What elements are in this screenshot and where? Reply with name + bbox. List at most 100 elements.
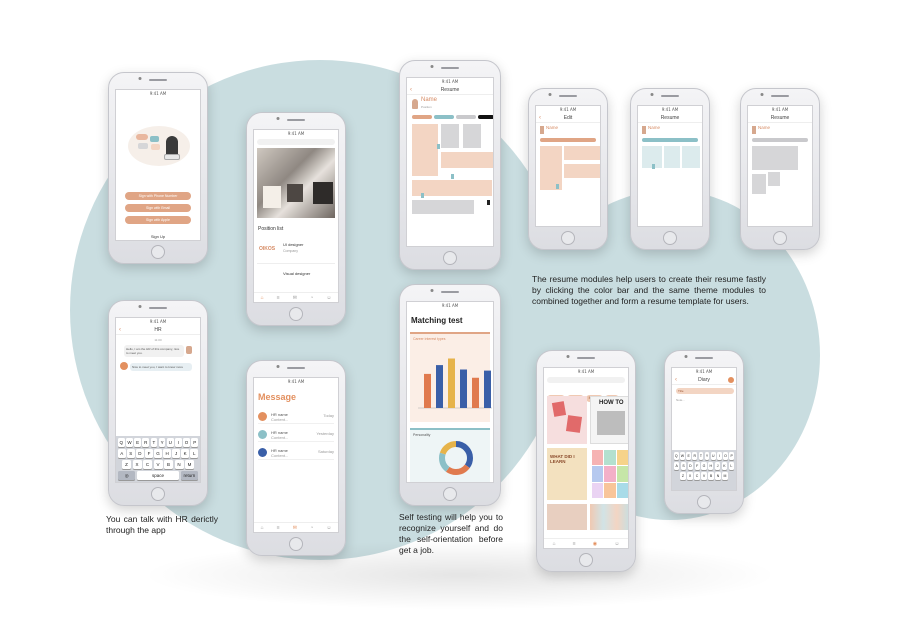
key-o[interactable]: O bbox=[723, 452, 728, 460]
key-a[interactable]: A bbox=[674, 462, 680, 470]
module-block[interactable] bbox=[412, 124, 438, 176]
key-z[interactable]: Z bbox=[122, 460, 131, 469]
title-chip[interactable]: Title bbox=[676, 388, 734, 394]
key-l[interactable]: L bbox=[728, 462, 734, 470]
home-button[interactable] bbox=[579, 553, 593, 567]
back-icon[interactable]: ‹ bbox=[675, 375, 677, 385]
career-card[interactable]: Career interest types bbox=[410, 332, 492, 422]
key-q[interactable]: Q bbox=[673, 452, 679, 460]
module-block[interactable] bbox=[441, 152, 493, 168]
gallery-tile[interactable]: HOW TO bbox=[590, 396, 628, 444]
key-r[interactable]: R bbox=[692, 452, 698, 460]
key-j[interactable]: J bbox=[714, 462, 721, 470]
search-bar[interactable] bbox=[547, 377, 625, 383]
key-c[interactable]: C bbox=[694, 472, 700, 480]
back-icon[interactable]: ‹ bbox=[539, 113, 541, 123]
test-icon[interactable]: ◔ bbox=[310, 295, 313, 301]
key-b[interactable]: B bbox=[164, 460, 173, 469]
home-button[interactable] bbox=[561, 231, 575, 245]
globe-key[interactable]: ◎ bbox=[118, 471, 136, 480]
home-button[interactable] bbox=[289, 307, 303, 321]
key-u[interactable]: U bbox=[710, 452, 716, 460]
home-icon[interactable]: ⌂ bbox=[261, 525, 264, 531]
key-s[interactable]: S bbox=[127, 449, 135, 458]
key-n[interactable]: N bbox=[715, 472, 721, 480]
sign-apple-button[interactable]: Sign with Apple bbox=[125, 216, 191, 224]
key-u[interactable]: U bbox=[166, 438, 174, 447]
key-p[interactable]: P bbox=[729, 452, 735, 460]
key-p[interactable]: P bbox=[191, 438, 199, 447]
home-button[interactable] bbox=[151, 245, 165, 259]
sign-phone-button[interactable]: Sign with Phone Number bbox=[125, 192, 191, 200]
home-button[interactable] bbox=[773, 231, 787, 245]
home-icon[interactable]: ⌂ bbox=[261, 295, 264, 301]
message-row[interactable]: HR name Content... Today bbox=[258, 410, 334, 424]
home-button[interactable] bbox=[151, 487, 165, 501]
key-e[interactable]: E bbox=[686, 452, 691, 460]
key-n[interactable]: N bbox=[174, 460, 184, 469]
list-icon[interactable]: ≡ bbox=[573, 541, 576, 547]
key-v[interactable]: V bbox=[153, 460, 163, 469]
color-bar-peach[interactable] bbox=[540, 138, 596, 142]
sign-up-link[interactable]: Sign Up bbox=[116, 234, 200, 239]
gallery-tile[interactable] bbox=[590, 504, 628, 530]
key-y[interactable]: Y bbox=[704, 452, 710, 460]
key-i[interactable]: I bbox=[717, 452, 722, 460]
back-icon[interactable]: ‹ bbox=[410, 85, 412, 95]
list-icon[interactable]: ≡ bbox=[277, 525, 280, 531]
key-z[interactable]: Z bbox=[680, 472, 686, 480]
settings-icon[interactable] bbox=[728, 377, 734, 383]
key-c[interactable]: C bbox=[143, 460, 152, 469]
color-bar-grey[interactable] bbox=[456, 115, 476, 119]
color-bar-teal[interactable] bbox=[642, 138, 698, 142]
key-k[interactable]: K bbox=[181, 449, 189, 458]
message-icon[interactable]: ✉ bbox=[293, 295, 297, 301]
back-icon[interactable]: ‹ bbox=[119, 325, 121, 335]
note-text[interactable]: Note... bbox=[676, 398, 685, 402]
key-k[interactable]: K bbox=[721, 462, 728, 470]
key-j[interactable]: J bbox=[172, 449, 180, 458]
key-s[interactable]: S bbox=[680, 462, 687, 470]
key-t[interactable]: T bbox=[698, 452, 704, 460]
color-bar-black[interactable] bbox=[478, 115, 493, 119]
key-y[interactable]: Y bbox=[158, 438, 166, 447]
message-icon[interactable]: ✉ bbox=[293, 525, 297, 531]
key-h[interactable]: H bbox=[163, 449, 171, 458]
gallery-tile[interactable]: WHAT DID I LEARN bbox=[547, 448, 587, 500]
key-b[interactable]: B bbox=[708, 472, 714, 480]
module-block[interactable] bbox=[412, 200, 474, 214]
key-m[interactable]: M bbox=[722, 472, 728, 480]
module-block[interactable] bbox=[441, 124, 459, 148]
return-key[interactable]: return bbox=[180, 471, 198, 480]
key-t[interactable]: T bbox=[150, 438, 158, 447]
gallery-tile[interactable] bbox=[547, 504, 587, 530]
message-row[interactable]: HR name Content... Yesterday bbox=[258, 428, 334, 442]
home-button[interactable] bbox=[663, 231, 677, 245]
profile-icon[interactable]: ☺ bbox=[326, 295, 331, 301]
home-button[interactable] bbox=[443, 251, 457, 265]
key-w[interactable]: W bbox=[126, 438, 133, 447]
gallery-tile[interactable] bbox=[590, 448, 628, 500]
job-card-2[interactable]: Visual designer bbox=[257, 268, 335, 288]
gallery-tile[interactable] bbox=[547, 396, 587, 444]
key-l[interactable]: L bbox=[190, 449, 199, 458]
color-bar-teal[interactable] bbox=[434, 115, 454, 119]
key-r[interactable]: R bbox=[142, 438, 150, 447]
key-f[interactable]: F bbox=[145, 449, 153, 458]
gallery-icon[interactable]: ◉ bbox=[593, 541, 597, 547]
search-bar[interactable] bbox=[257, 139, 335, 145]
job-card[interactable]: OIKOS UI designer Company bbox=[257, 236, 335, 264]
test-icon[interactable]: ◔ bbox=[310, 525, 313, 531]
key-g[interactable]: G bbox=[701, 462, 707, 470]
key-q[interactable]: Q bbox=[117, 438, 125, 447]
home-button[interactable] bbox=[697, 495, 711, 509]
key-g[interactable]: G bbox=[154, 449, 162, 458]
space-key[interactable]: space bbox=[136, 471, 180, 480]
key-d[interactable]: D bbox=[687, 462, 693, 470]
key-m[interactable]: M bbox=[185, 460, 194, 469]
key-o[interactable]: O bbox=[183, 438, 190, 447]
home-button[interactable] bbox=[443, 487, 457, 501]
key-d[interactable]: D bbox=[136, 449, 144, 458]
list-icon[interactable]: ≡ bbox=[277, 295, 280, 301]
key-x[interactable]: X bbox=[687, 472, 693, 480]
